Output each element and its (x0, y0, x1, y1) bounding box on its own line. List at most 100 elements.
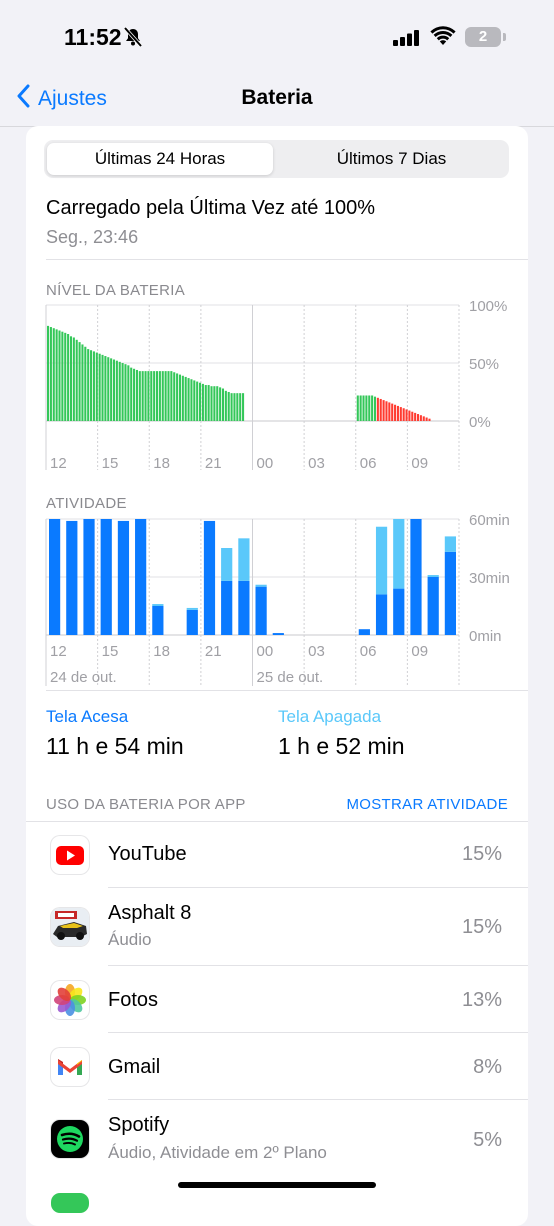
screen-on-bar (117, 520, 130, 635)
battery-level-bar (181, 375, 184, 421)
battery-level-bar (405, 409, 408, 421)
battery-level-bar (193, 380, 196, 421)
battery-level-bar (224, 390, 227, 421)
asphalt-icon (51, 908, 89, 946)
y-tick-label: 0% (469, 414, 491, 431)
screen-off-bar (238, 538, 250, 581)
battery-level-bar (414, 412, 417, 421)
screen-on-bar (221, 580, 233, 635)
x-tick-label: 18 (153, 643, 170, 660)
battery-level-bar (379, 398, 382, 421)
app-row-asphalt-8[interactable]: Asphalt 8 Áudio 15% (26, 888, 528, 966)
x-tick-label: 12 (50, 455, 67, 472)
battery-level-bar (112, 359, 116, 421)
battery-level-bar (101, 354, 104, 421)
screen-off-bar (375, 526, 388, 595)
battery-level-bar (58, 330, 61, 421)
battery-level-bar (213, 386, 216, 421)
battery-level-bar (210, 386, 213, 421)
home-indicator[interactable] (178, 1182, 376, 1188)
app-row-fotos[interactable]: Fotos 13% (26, 966, 528, 1033)
battery-level-bar (69, 336, 73, 421)
battery-level-bar (61, 331, 64, 421)
battery-level-bar (242, 393, 245, 421)
battery-level-bar (196, 381, 199, 421)
app-row-gmail[interactable]: Gmail 8% (26, 1033, 528, 1100)
battery-level-bar (221, 388, 225, 421)
app-subtitle: Áudio, Atividade em 2º Plano (108, 1143, 327, 1162)
battery-level-bar (376, 397, 379, 421)
battery-level-bar (64, 332, 67, 421)
battery-level-bar (176, 373, 179, 421)
battery-level-bar (204, 385, 207, 421)
app-row-youtube[interactable]: YouTube 15% (26, 822, 528, 888)
app-subtitle: Áudio (108, 930, 152, 949)
battery-level-bar (216, 386, 219, 421)
battery-level-bar (87, 349, 90, 421)
screen-on-bar (272, 633, 284, 635)
screen-on-bar (358, 629, 370, 635)
battery-level-bar (227, 392, 230, 421)
screen-on-bar (203, 520, 216, 635)
battery-level-bar (365, 395, 368, 421)
battery-level-bar (130, 367, 133, 421)
next-app-icon-partial (51, 1193, 89, 1213)
app-name: YouTube (108, 843, 187, 865)
spotify-icon (51, 1120, 89, 1158)
screen-off-bar (427, 575, 439, 577)
screen-off-bar (186, 607, 198, 610)
battery-level-bar (121, 363, 124, 421)
screen-on-bar (393, 588, 405, 635)
battery-level-bar (371, 395, 374, 421)
battery-level-bar (115, 360, 118, 421)
screen-on-bar (375, 594, 388, 635)
battery-level-bar (78, 342, 81, 421)
x-tick-label: 15 (102, 455, 119, 472)
battery-level-bar (81, 344, 84, 421)
x-tick-label: 00 (257, 643, 274, 660)
screen-on-bar (100, 519, 112, 635)
battery-level-bar (110, 358, 113, 421)
x-tick-label: 06 (360, 643, 377, 660)
app-percentage: 5% (473, 1129, 502, 1151)
battery-level-bar (394, 404, 397, 421)
battery-level-bar (107, 357, 110, 421)
battery-level-bar (201, 383, 204, 421)
battery-level-bar (47, 325, 50, 421)
screen-off-value: 1 h e 52 min (278, 733, 405, 759)
screen-on-bar (49, 519, 61, 635)
app-name: Fotos (108, 989, 159, 1011)
y-tick-label: 30min (469, 570, 510, 587)
battery-level-bar (90, 350, 93, 421)
battery-level-bar (368, 395, 371, 421)
battery-level-bar (190, 379, 193, 421)
screen-off-bar (221, 548, 233, 581)
y-tick-label: 100% (469, 298, 507, 315)
battery-level-bar (158, 371, 161, 421)
x-tick-label: 09 (411, 643, 428, 660)
battery-level-bar (173, 372, 176, 421)
app-row-spotify[interactable]: Spotify Áudio, Atividade em 2º Plano 5% (26, 1100, 528, 1180)
battery-level-bar (141, 371, 144, 421)
battery-level-bar (127, 365, 130, 421)
x-tick-label: 12 (50, 643, 67, 660)
date-label: 25 de out. (257, 669, 324, 686)
battery-level-bar (135, 369, 138, 421)
youtube-icon (51, 836, 89, 874)
battery-level-bar (150, 371, 153, 421)
battery-level-bar (399, 407, 402, 421)
x-tick-label: 00 (257, 455, 274, 472)
app-name: Spotify (108, 1114, 170, 1136)
screen-on-bar (135, 519, 147, 635)
battery-level-bar (239, 393, 242, 421)
battery-level-bar (233, 393, 236, 421)
show-activity-button[interactable]: MOSTRAR ATIVIDADE (346, 796, 508, 813)
x-tick-label: 03 (308, 455, 325, 472)
battery-level-bar (219, 387, 222, 421)
battery-level-bar (170, 371, 173, 421)
battery-level-bar (153, 371, 156, 421)
x-tick-label: 06 (360, 455, 377, 472)
battery-level-bar (52, 328, 55, 421)
battery-level-bar (187, 378, 190, 421)
battery-level-bar (167, 371, 170, 421)
